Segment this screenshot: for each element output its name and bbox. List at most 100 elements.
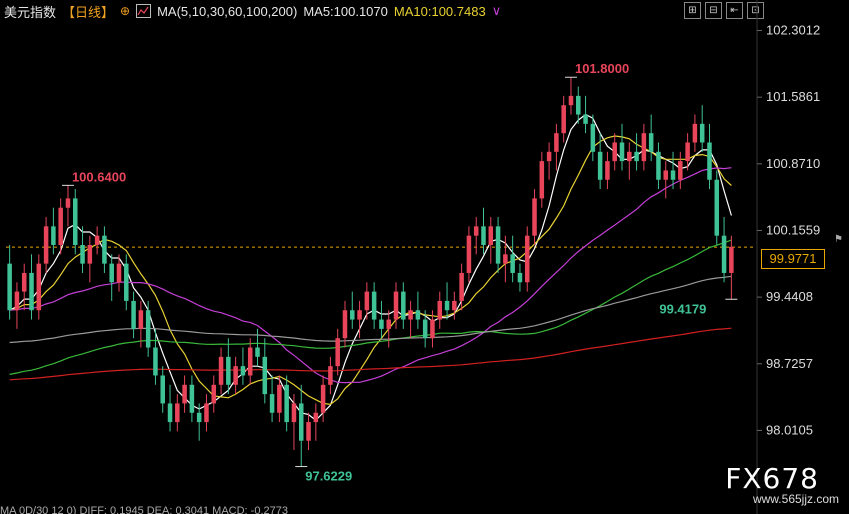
candle-body	[524, 235, 530, 283]
candle-body	[72, 198, 78, 245]
candle-body	[175, 403, 180, 423]
y-tick-label: 100.8710	[766, 156, 820, 171]
candle-body	[619, 142, 625, 162]
candle-body	[444, 300, 450, 311]
candle-body	[481, 226, 486, 245]
candle-body	[51, 226, 56, 245]
candle-body	[357, 310, 362, 320]
candle-body	[364, 291, 370, 311]
candle-body	[663, 170, 669, 180]
candle-body	[153, 347, 158, 376]
candle-body	[262, 356, 268, 395]
candle-body	[233, 366, 238, 385]
candle-body	[291, 403, 297, 423]
candle-body	[386, 319, 391, 329]
indicator-readout: MA 0D/30 12 0) DIFF: 0.1945 DEA: 0.3041 …	[0, 505, 288, 514]
candle-body	[94, 235, 100, 245]
candle-body	[408, 310, 413, 320]
candle-body	[145, 310, 151, 348]
candle-body	[510, 254, 515, 273]
candle-body	[298, 403, 304, 441]
candle-body	[58, 207, 63, 245]
candle-body	[648, 133, 654, 152]
candle-body	[473, 226, 479, 236]
candle-body	[729, 246, 734, 273]
ma-line-ma100	[9, 275, 732, 344]
candle-body	[138, 310, 144, 329]
candle-body	[714, 179, 720, 236]
candle-body	[21, 272, 27, 292]
candle-body	[401, 291, 406, 320]
candle-body	[247, 347, 253, 376]
annotation-label: 101.8000	[575, 61, 629, 76]
candle-body	[226, 356, 231, 385]
candle-body	[102, 235, 107, 264]
candle-body	[7, 263, 12, 311]
candle-body	[532, 198, 537, 236]
candle-body	[590, 123, 596, 152]
candle-body	[437, 300, 443, 320]
candle-body	[517, 272, 523, 283]
y-tick-label: 102.3012	[766, 23, 820, 38]
candle-body	[678, 161, 683, 180]
candle-body	[43, 226, 49, 264]
annotation-label: 99.4179	[659, 301, 706, 316]
candle-body	[576, 95, 581, 115]
candle-body	[692, 123, 698, 143]
annotation-label: 97.6229	[305, 469, 352, 484]
candle-body	[116, 263, 122, 283]
candle-body	[29, 272, 34, 311]
candle-body	[109, 263, 114, 283]
candle-body	[488, 226, 494, 245]
candle-body	[583, 114, 588, 124]
flag-icon: ⚑	[834, 234, 843, 245]
candle-body	[255, 347, 260, 357]
candle-body	[211, 384, 217, 404]
current-price-label: 99.9771	[761, 249, 825, 269]
watermark-brand: FX678	[725, 462, 819, 495]
candle-body	[14, 291, 20, 311]
y-tick-label: 98.7257	[766, 356, 813, 371]
candle-body	[277, 384, 282, 413]
candle-body	[539, 161, 545, 199]
candle-body	[670, 170, 676, 180]
candle-body	[430, 319, 435, 339]
candle-body	[634, 151, 639, 162]
candle-body	[641, 133, 647, 162]
y-tick-label: 101.5861	[766, 89, 820, 104]
candle-body	[495, 226, 501, 264]
candle-body	[422, 319, 428, 339]
candle-body	[284, 384, 289, 423]
candle-body	[371, 291, 377, 320]
candle-body	[546, 151, 552, 162]
candle-body	[612, 142, 617, 162]
y-tick-label: 99.4408	[766, 289, 813, 304]
candle-body	[699, 123, 705, 143]
y-tick-label: 98.0105	[766, 422, 813, 437]
candle-body	[350, 310, 355, 320]
watermark-url: www.565jjz.com	[752, 492, 839, 506]
candle-body	[80, 245, 85, 264]
candlestick-plot: 102.3012 101.5861 100.8710 100.1559 99.4408 9…	[6, 0, 820, 514]
candle-body	[160, 375, 165, 404]
candle-body	[87, 245, 93, 264]
candle-body	[328, 366, 333, 385]
candle-body	[627, 151, 632, 162]
candle-body	[182, 384, 187, 404]
candle-body	[131, 300, 136, 329]
candle-body	[656, 151, 661, 180]
candle-body	[36, 263, 42, 311]
candle-body	[189, 384, 195, 413]
candle-body	[597, 151, 603, 180]
candle-body	[269, 394, 275, 413]
candle-body	[204, 403, 209, 423]
candle-body	[218, 356, 224, 385]
candle-body	[379, 319, 384, 329]
candle-body	[568, 95, 574, 106]
candle-body	[240, 366, 246, 376]
candle-body	[393, 291, 399, 320]
candle-body	[335, 338, 340, 367]
candle-body	[320, 384, 326, 413]
candle-body	[561, 105, 566, 134]
candle-body	[415, 310, 421, 320]
